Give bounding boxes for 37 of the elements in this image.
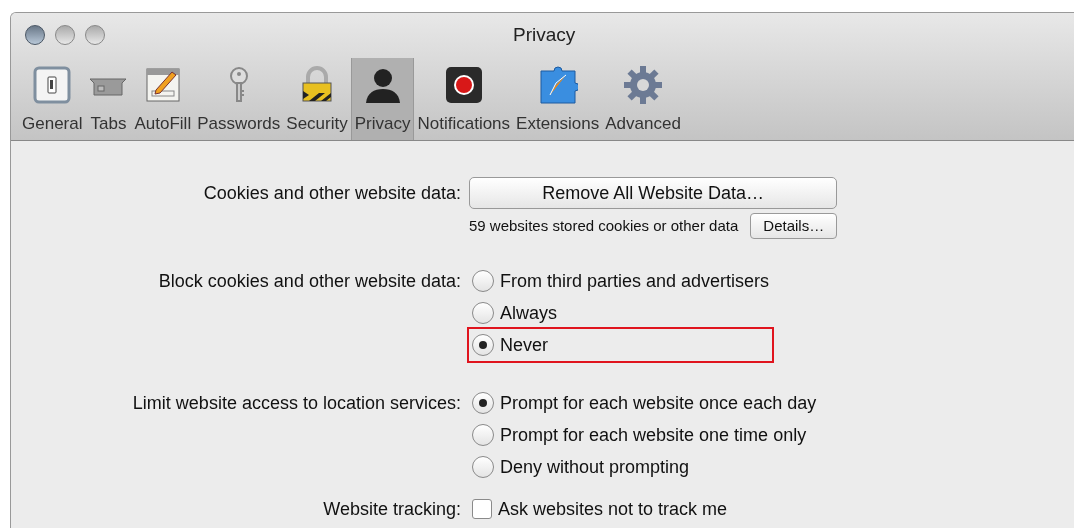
field-label: Website tracking:: [323, 497, 461, 521]
radio-label: Deny without prompting: [500, 455, 690, 479]
field-label: Block cookies and other website data:: [158, 269, 461, 293]
zoom-button[interactable]: [85, 25, 105, 45]
checkbox[interactable]: [472, 499, 492, 519]
radio-button[interactable]: [472, 392, 494, 414]
toolbar-tab[interactable]: AutoFill: [131, 58, 195, 140]
remove-data-button[interactable]: Remove All Website Data…: [469, 177, 838, 209]
radio-button[interactable]: [472, 456, 494, 478]
radio-label: Prompt for each website one time only: [500, 423, 807, 447]
toolbar-tab[interactable]: Extensions: [513, 58, 603, 140]
checkbox-label: Ask websites not to track me: [498, 497, 728, 521]
cookie-count-note: 59 websites stored cookies or other data: [469, 215, 739, 236]
details-button[interactable]: Details…: [750, 213, 838, 239]
toolbar-tab[interactable]: General: [19, 58, 86, 140]
close-button[interactable]: [25, 25, 45, 45]
switch-icon: [32, 64, 73, 105]
toolbar-tab[interactable]: Security: [283, 58, 351, 140]
radio-label: Always: [500, 301, 557, 325]
radio-button[interactable]: [472, 334, 494, 356]
radio-label: Prompt for each website once each day: [500, 391, 817, 415]
gear-icon: [623, 64, 664, 105]
field-label: Cookies and other website data:: [203, 181, 461, 205]
radio-button[interactable]: [472, 424, 494, 446]
toolbar-tab[interactable]: Tabs: [85, 58, 132, 140]
toolbar-tab[interactable]: Advanced: [602, 58, 684, 140]
radio-label: From third parties and advertisers: [500, 269, 770, 293]
radio-label: Never: [500, 333, 548, 357]
toolbar-tab[interactable]: Notifications: [414, 58, 514, 140]
radio-button[interactable]: [472, 302, 494, 324]
field-label: Limit website access to location services:: [132, 391, 461, 415]
puzzle-compass-icon: [537, 64, 578, 105]
radio-button[interactable]: [472, 270, 494, 292]
minimize-button[interactable]: [55, 25, 75, 45]
toolbar-tab[interactable]: Privacy: [350, 58, 415, 140]
window-title: Privacy: [513, 22, 576, 47]
toolbar-tab[interactable]: Passwords: [194, 58, 284, 140]
